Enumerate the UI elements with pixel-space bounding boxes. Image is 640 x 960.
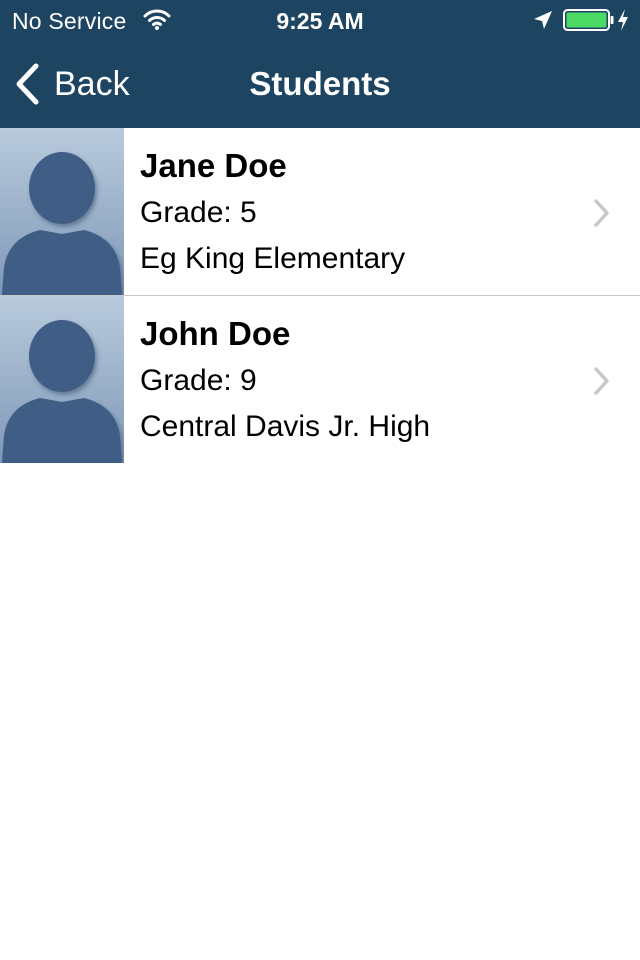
location-arrow-icon [534,11,552,29]
avatar-placeholder-icon [0,128,124,295]
student-school: Central Davis Jr. High [140,410,431,443]
charging-bolt-icon [618,9,628,31]
battery-icon [563,9,614,31]
student-row[interactable]: John Doe Grade: 9 Central Davis Jr. High [0,296,640,464]
navigation-bar: Back Students [0,40,640,128]
chevron-right-icon [594,199,609,227]
student-row[interactable]: Jane Doe Grade: 5 Eg King Elementary [0,128,640,296]
student-name: Jane Doe [140,147,287,184]
student-list: Jane Doe Grade: 5 Eg King Elementary Joh… [0,128,640,464]
avatar-placeholder-icon [0,296,124,463]
chevron-right-icon [594,367,609,395]
status-bar: No Service 9:25 AM [0,0,640,40]
student-school: Eg King Elementary [140,242,406,275]
top-bar: No Service 9:25 AM Back Students [0,0,640,128]
student-grade: Grade: 9 [140,364,257,397]
student-grade: Grade: 5 [140,196,257,229]
page-title: Students [249,65,391,102]
student-name: John Doe [140,315,291,352]
